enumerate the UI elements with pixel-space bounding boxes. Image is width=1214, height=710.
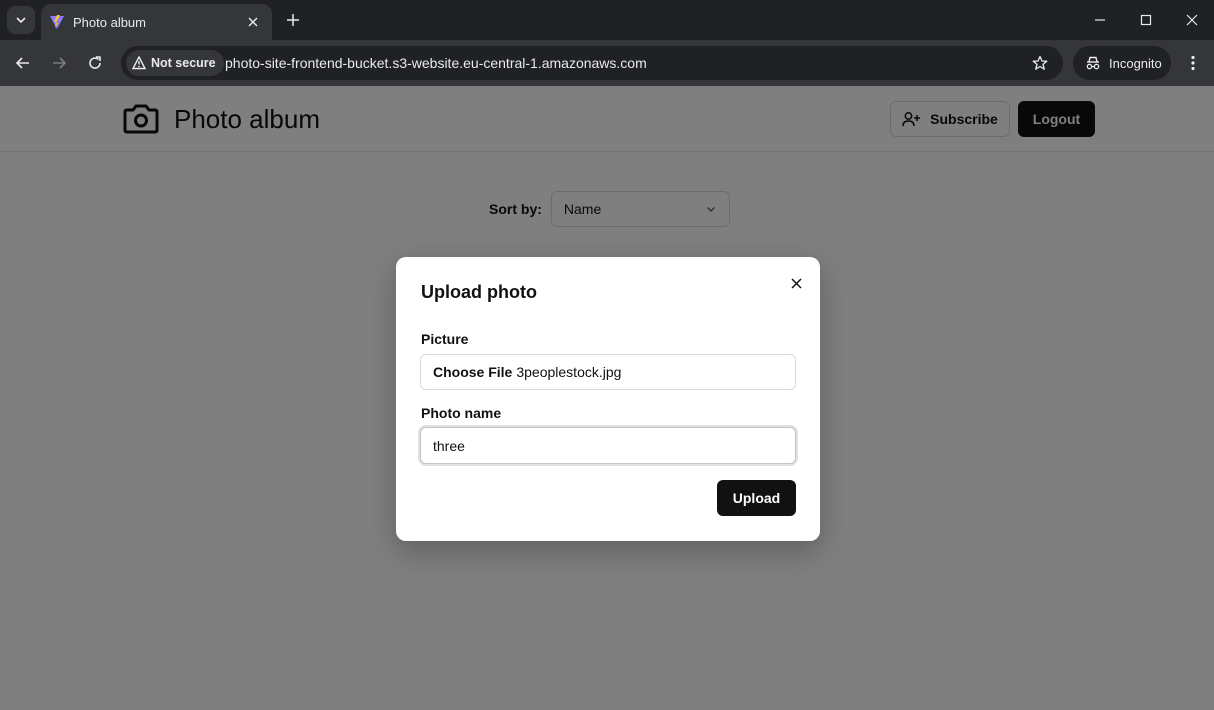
photo-name-input[interactable]: three [420,427,796,464]
reload-icon[interactable] [83,51,107,75]
chevron-down-icon [16,17,26,24]
tab-search-button[interactable] [7,6,35,34]
minimize-icon[interactable] [1088,8,1112,32]
browser-tabbar: Photo album [0,0,1214,40]
incognito-label: Incognito [1109,55,1162,71]
upload-photo-dialog: Upload photo Picture Choose File 3people… [396,257,820,541]
window-close-icon[interactable] [1180,8,1204,32]
security-chip[interactable]: Not secure [126,50,224,76]
warning-triangle-icon [132,56,146,70]
picture-label: Picture [421,331,469,347]
page-viewport: Photo album Subscribe Logout Sort by: Na… [0,86,1214,710]
forward-arrow-icon[interactable] [47,51,71,75]
incognito-indicator[interactable]: Incognito [1073,46,1171,80]
address-bar[interactable]: Not secure photo-site-frontend-bucket.s3… [121,46,1063,80]
new-tab-plus-icon[interactable] [282,9,304,31]
close-icon[interactable] [788,275,804,291]
photo-name-label: Photo name [421,405,502,421]
dialog-title: Upload photo [421,282,537,302]
tab-close-icon[interactable] [244,13,262,31]
vite-favicon-icon [49,14,65,30]
choose-file-button[interactable]: Choose File [433,364,512,380]
browser-menu-icon[interactable] [1182,52,1204,74]
browser-tab[interactable]: Photo album [41,4,272,40]
back-arrow-icon[interactable] [11,51,35,75]
picture-file-input[interactable]: Choose File 3peoplestock.jpg [420,354,796,390]
url-text[interactable]: photo-site-frontend-bucket.s3-website.eu… [225,55,647,71]
upload-button[interactable]: Upload [717,480,796,516]
chosen-file-name: 3peoplestock.jpg [516,364,622,380]
incognito-icon [1086,56,1100,70]
tab-title: Photo album [73,14,146,30]
bookmark-star-icon[interactable] [1031,54,1049,72]
maximize-icon[interactable] [1134,8,1158,32]
browser-toolbar: Not secure photo-site-frontend-bucket.s3… [0,40,1214,86]
security-label: Not secure [151,56,216,70]
